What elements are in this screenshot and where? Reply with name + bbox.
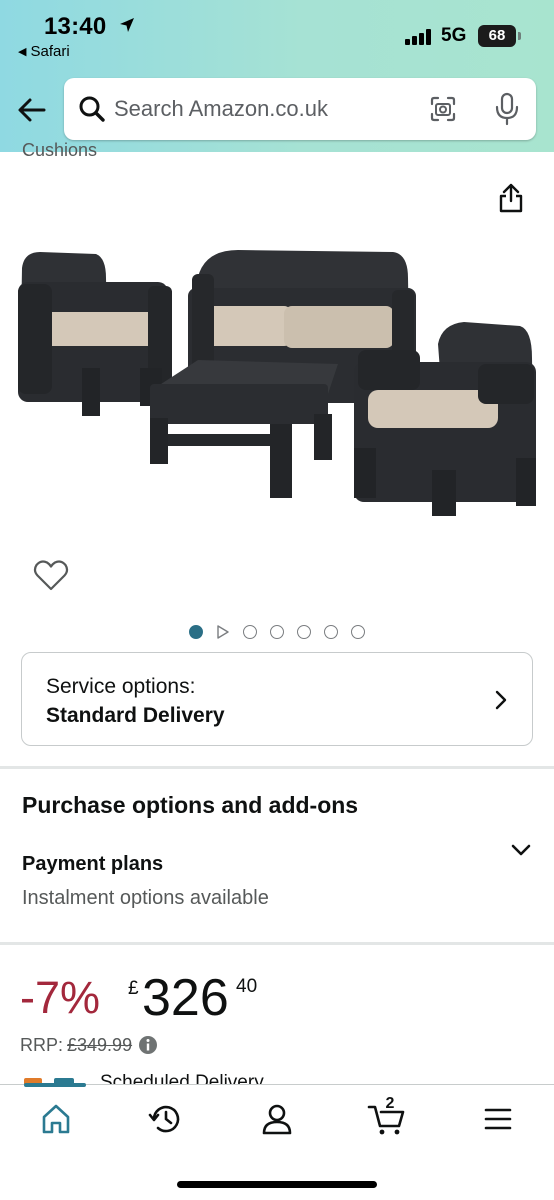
service-options-value: Standard Delivery (46, 704, 225, 727)
camera-search-icon[interactable] (428, 94, 458, 124)
carousel-dot-6[interactable] (324, 625, 338, 639)
service-options-card[interactable]: Service options: Standard Delivery (21, 652, 533, 746)
rrp-value: £349.99 (67, 1035, 133, 1055)
rrp-price: RRP: £349.99 (20, 1035, 132, 1056)
discount-percentage: -7% (20, 972, 101, 1023)
search-input[interactable] (114, 78, 414, 140)
battery-icon: 68 (478, 25, 521, 47)
back-app-label: Safari (30, 43, 70, 60)
home-icon[interactable] (36, 1101, 76, 1137)
section-divider (0, 942, 554, 945)
cellular-signal-icon (405, 29, 431, 45)
share-icon[interactable] (496, 182, 526, 214)
carousel-video-play-icon[interactable] (216, 625, 230, 639)
purchase-options-heading: Purchase options and add-ons (22, 792, 359, 818)
back-to-app-link[interactable]: ◀ Safari (18, 43, 70, 60)
microphone-icon[interactable] (492, 92, 522, 126)
menu-icon[interactable] (478, 1101, 518, 1137)
status-time-text: 13:40 (44, 13, 107, 40)
back-arrow-icon[interactable] (16, 94, 48, 126)
payment-plans-subtitle: Instalment options available (22, 887, 269, 909)
info-icon[interactable] (138, 1035, 158, 1055)
price-currency: £ (128, 978, 139, 999)
heart-wishlist-icon[interactable] (32, 558, 70, 592)
account-icon[interactable] (257, 1101, 297, 1137)
app-header: 13:40 ◀ Safari 5G 68 (0, 0, 554, 152)
status-time: 13:40 (44, 12, 135, 41)
search-bar[interactable] (64, 78, 536, 140)
home-indicator-bar[interactable] (177, 1181, 377, 1188)
carousel-dot-1[interactable] (189, 625, 203, 639)
carousel-dot-7[interactable] (351, 625, 365, 639)
chevron-down-icon[interactable] (510, 842, 532, 858)
network-type: 5G (441, 25, 467, 46)
rrp-label: RRP: (20, 1035, 64, 1055)
location-arrow-icon (119, 12, 135, 40)
section-divider (0, 766, 554, 769)
service-options-label: Service options: (46, 675, 196, 698)
product-image[interactable] (8, 238, 548, 528)
carousel-dot-5[interactable] (297, 625, 311, 639)
active-tab-indicator (24, 1083, 86, 1087)
back-triangle-icon: ◀ (18, 46, 27, 58)
right-armchair-shape (354, 322, 536, 516)
chevron-right-icon (495, 690, 507, 710)
history-icon[interactable] (146, 1101, 186, 1137)
left-armchair-shape (18, 252, 172, 416)
price-fraction: 40 (236, 976, 258, 997)
product-title-fragment: Cushions (22, 140, 98, 160)
battery-level: 68 (488, 27, 506, 44)
search-icon (79, 96, 105, 122)
price-whole: 326 (142, 969, 229, 1027)
coffee-table-shape (150, 360, 338, 498)
carousel-dot-3[interactable] (243, 625, 257, 639)
carousel-dot-4[interactable] (270, 625, 284, 639)
cart-count-badge: 2 (385, 1095, 395, 1112)
payment-plans-title[interactable]: Payment plans (22, 853, 163, 876)
